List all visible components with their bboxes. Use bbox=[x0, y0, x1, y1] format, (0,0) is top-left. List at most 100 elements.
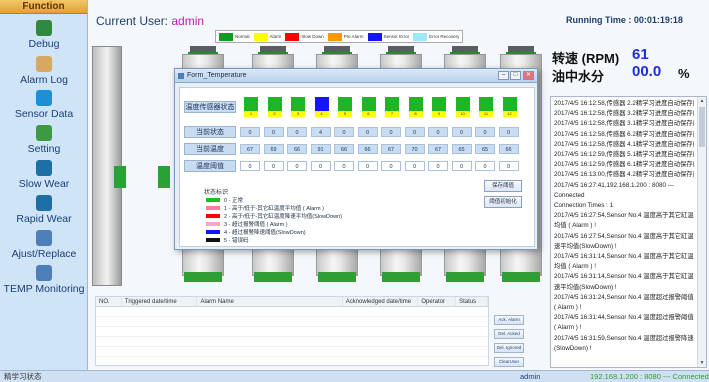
legend-swatch bbox=[253, 32, 268, 41]
oil-water-label: 油中水分 bbox=[552, 69, 605, 84]
function-sidebar: Function Debug Alarm Log Sensor Data Settin… bbox=[0, 0, 88, 370]
sidebar-item-rapid-wear[interactable]: Rapid Wear bbox=[0, 195, 88, 225]
threshold-label: 温度阈值 bbox=[184, 160, 236, 172]
sidebar-item-debug[interactable]: Debug bbox=[0, 20, 88, 50]
sidebar-item-label: Rapid Wear bbox=[16, 213, 72, 225]
init-threshold-button[interactable]: 阈值初始化 bbox=[484, 196, 522, 208]
ack-alarm-button[interactable]: Ack. Alarm bbox=[494, 315, 524, 325]
sensor-threshold-input[interactable]: 0 bbox=[310, 161, 331, 171]
clear-user-button[interactable]: ClearUser bbox=[494, 357, 524, 367]
legend-item: Alarm bbox=[253, 32, 282, 41]
scroll-down-icon[interactable]: ▼ bbox=[699, 360, 705, 366]
maximize-button[interactable]: □ bbox=[510, 71, 521, 80]
scroll-thumb[interactable] bbox=[699, 107, 705, 147]
table-row[interactable] bbox=[96, 317, 488, 327]
sensor-state-value: 0 bbox=[357, 127, 378, 137]
sidebar-item-sensor-data[interactable]: Sensor Data bbox=[0, 90, 88, 120]
sensor-state-value: 4 bbox=[310, 127, 331, 137]
speed-label: 转速 (RPM) bbox=[552, 51, 620, 66]
log-line: 2017/4/5 16:31:59,Sensor No.4 温度超过报警降速阈值 bbox=[554, 334, 694, 342]
column-header[interactable]: Operator bbox=[418, 297, 457, 306]
state-legend-item: 2 - 高于/低于-其它缸温度降速平均值(SlowDown) bbox=[206, 212, 342, 220]
column-header[interactable]: Triggered date/time bbox=[122, 297, 198, 306]
sidebar-item-setting[interactable]: Setting bbox=[0, 125, 88, 155]
minimize-button[interactable]: – bbox=[498, 71, 509, 80]
sensor-threshold-input[interactable]: 0 bbox=[334, 161, 354, 171]
state-legend-label: 5 - 错误码 bbox=[224, 237, 249, 244]
table-row[interactable] bbox=[96, 347, 488, 357]
sensor-status-indicator bbox=[314, 97, 329, 111]
column-header[interactable]: Status bbox=[456, 297, 488, 306]
legend-label: Slow Down bbox=[301, 34, 324, 39]
sensor-status-indicator bbox=[432, 97, 446, 111]
form-title-bar[interactable]: Form_Temperature – □ ✕ bbox=[175, 69, 537, 83]
status-connection: 192.168.1.200 : 8080 --- Connected bbox=[590, 372, 709, 381]
sensor-threshold-input[interactable]: 0 bbox=[404, 161, 425, 171]
sensor-temp-value: 67 bbox=[428, 144, 448, 154]
sensor-number: 4 bbox=[314, 111, 329, 117]
sidebar-item-ajust-replace[interactable]: Ajust/Replace bbox=[0, 230, 88, 260]
state-swatch bbox=[206, 197, 220, 202]
column-header[interactable]: Alarm Name bbox=[197, 297, 343, 306]
state-swatch bbox=[206, 221, 220, 226]
event-log[interactable]: 2017/4/5 16:12:58,传感器 2.2精学习进度自动保存成功! 201… bbox=[550, 96, 707, 368]
sensor-status-indicator bbox=[385, 97, 399, 111]
close-button[interactable]: ✕ bbox=[523, 71, 534, 80]
sensor-temp-value: 67 bbox=[240, 144, 260, 154]
event-log-lines: 2017/4/5 16:12:58,传感器 2.2精学习进度自动保存成功! 201… bbox=[554, 99, 694, 354]
sensor-threshold-input[interactable]: 0 bbox=[428, 161, 448, 171]
sidebar-item-label: Alarm Log bbox=[20, 74, 68, 86]
sensor-temp-value: 65 bbox=[475, 144, 495, 154]
legend-swatch bbox=[367, 32, 382, 41]
log-scrollbar[interactable]: ▲ ▼ bbox=[697, 97, 706, 367]
sidebar-item-label: TEMP Monitoring bbox=[3, 283, 85, 295]
alarm-table: NO. Triggered date/time Alarm Name Acknowle… bbox=[95, 296, 489, 366]
table-row[interactable] bbox=[96, 337, 488, 347]
sensor-status-indicator bbox=[479, 97, 493, 111]
sensor-number: 10 bbox=[455, 111, 470, 117]
sensor-threshold-input[interactable]: 0 bbox=[263, 161, 284, 171]
sensor-threshold-input[interactable]: 0 bbox=[357, 161, 378, 171]
del-ignored-button[interactable]: Del. Ignored bbox=[494, 343, 524, 353]
sensor-number: 5 bbox=[338, 111, 352, 117]
current-state-label: 当前状态 bbox=[184, 126, 236, 138]
sensor-number: 1 bbox=[244, 111, 258, 117]
state-legend-label: 0 - 正常 bbox=[224, 197, 243, 204]
sensor-threshold-input[interactable]: 0 bbox=[287, 161, 307, 171]
sensor-threshold-input[interactable]: 0 bbox=[451, 161, 472, 171]
legend-label: Error Recovery bbox=[429, 34, 460, 39]
table-row[interactable] bbox=[96, 307, 488, 317]
log-line: 2017/4/5 16:12:59,传感器 5.1精学习进度自动保存成功! bbox=[554, 151, 694, 159]
legend-item: Normal bbox=[219, 32, 250, 41]
state-swatch bbox=[206, 229, 220, 234]
legend-swatch bbox=[413, 32, 428, 41]
sensor-number: 2 bbox=[267, 111, 282, 117]
legend-item: Pre Alarm bbox=[327, 32, 364, 41]
sidebar-item-alarm-log[interactable]: Alarm Log bbox=[0, 56, 88, 86]
sensor-temp-value: 70 bbox=[404, 144, 425, 154]
sidebar-item-slow-wear[interactable]: Slow Wear bbox=[0, 160, 88, 190]
sensor-threshold-input[interactable]: 0 bbox=[475, 161, 495, 171]
form-title: Form_Temperature bbox=[187, 72, 247, 79]
state-legend-label: 3 - 超过报警阈值 ( Alarm ) bbox=[224, 221, 288, 228]
sensor-threshold-input[interactable]: 0 bbox=[240, 161, 260, 171]
column-header[interactable]: Acknowledged date/time bbox=[343, 297, 419, 306]
sensor-status-indicator bbox=[291, 97, 305, 111]
scroll-up-icon[interactable]: ▲ bbox=[699, 98, 705, 104]
table-row[interactable] bbox=[96, 327, 488, 337]
sensor-status-indicator bbox=[455, 97, 470, 111]
sensor-state-value: 0 bbox=[263, 127, 284, 137]
current-temp-label: 当前温度 bbox=[184, 143, 236, 155]
legend-label: Alarm bbox=[269, 34, 282, 39]
state-legend-label: 1 - 高于/低于-其它缸温度平均值 ( Alarm ) bbox=[224, 205, 324, 212]
sidebar-item-label: Debug bbox=[28, 38, 60, 50]
sensor-temp-value: 67 bbox=[381, 144, 401, 154]
column-header[interactable]: NO. bbox=[96, 297, 122, 306]
sensor-temp-value: 65 bbox=[451, 144, 472, 154]
save-threshold-button[interactable]: 保存阈值 bbox=[484, 180, 522, 192]
del-acked-button[interactable]: Del. Acked bbox=[494, 329, 524, 339]
legend-item: Slow Down bbox=[285, 32, 324, 41]
sensor-threshold-input[interactable]: 0 bbox=[381, 161, 401, 171]
sensor-threshold-input[interactable]: 0 bbox=[498, 161, 519, 171]
sidebar-item-temp-monitoring[interactable]: TEMP Monitoring bbox=[0, 265, 88, 295]
